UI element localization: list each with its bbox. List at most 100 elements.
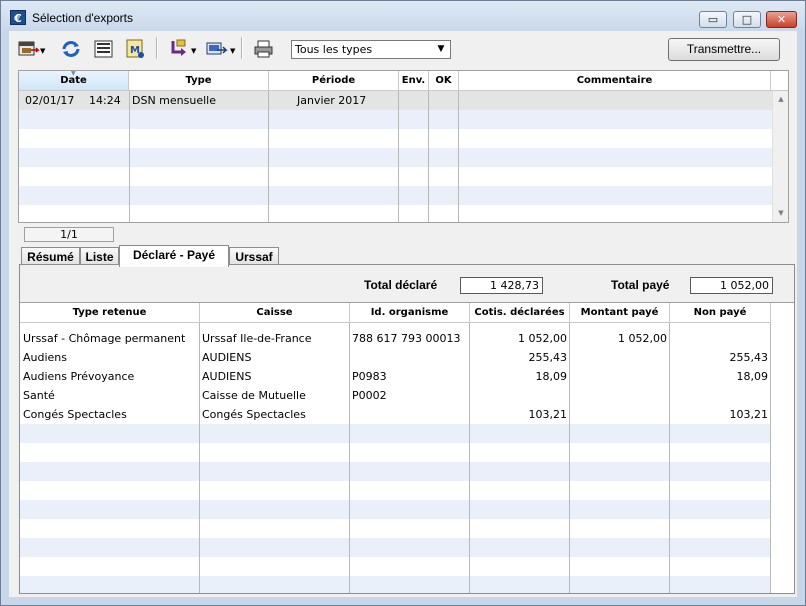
column-header-commentaire[interactable]: Commentaire <box>459 71 771 91</box>
close-button[interactable]: ✕ <box>766 11 797 28</box>
close-icon: ✕ <box>776 13 787 26</box>
chevron-down-icon[interactable]: ▼ <box>434 42 448 57</box>
empty-row <box>19 148 773 167</box>
total-paid-field[interactable]: 1 052,00 <box>690 277 773 294</box>
table-row[interactable]: Urssaf - Chômage permanent Urssaf Ile-de… <box>20 329 771 348</box>
scroll-down-icon[interactable]: ▼ <box>773 205 788 222</box>
cell-caisse: AUDIENS <box>202 370 252 383</box>
type-filter-select[interactable]: Tous les types ▼ <box>291 40 451 59</box>
column-header-montant-paye[interactable]: Montant payé <box>570 303 670 323</box>
empty-row <box>19 167 773 186</box>
column-header-type-retenue[interactable]: Type retenue <box>20 303 200 323</box>
cell-caisse: Urssaf Ile-de-France <box>202 332 312 345</box>
empty-row <box>20 462 771 481</box>
toolbar-separator <box>156 37 158 59</box>
cell-cotis-declarees: 103,21 <box>528 408 568 421</box>
total-declared-field[interactable]: 1 428,73 <box>460 277 543 294</box>
column-divider <box>569 323 570 593</box>
column-divider <box>398 91 399 222</box>
list-view-icon[interactable] <box>92 38 116 60</box>
export-dropdown-icon[interactable]: ▼ <box>230 48 237 55</box>
column-header-cotis-declarees[interactable]: Cotis. déclarées <box>470 303 570 323</box>
column-divider <box>199 323 200 593</box>
cell-non-paye <box>670 386 768 405</box>
cell-cotis-declarees: 18,09 <box>535 370 568 383</box>
cell-montant-paye <box>570 348 667 367</box>
cell-cotis-declarees <box>470 386 567 405</box>
print-icon[interactable] <box>252 38 276 60</box>
cell-type-retenue: Urssaf - Chômage permanent <box>23 332 186 345</box>
transmit-button[interactable]: Transmettre... <box>668 38 780 61</box>
column-header-type[interactable]: Type <box>129 71 269 91</box>
empty-row <box>19 129 773 148</box>
open-export-dropdown-icon[interactable]: ▼ <box>40 48 47 55</box>
exports-scrollbar[interactable]: ▲ ▼ <box>772 91 788 222</box>
detail-table: Type retenue Caisse Id. organisme Cotis.… <box>20 302 794 593</box>
row-time: 14:24 <box>89 94 121 107</box>
maximize-button[interactable]: □ <box>733 11 761 28</box>
cell-cotis-declarees: 255,43 <box>528 351 568 364</box>
column-header-id-organisme[interactable]: Id. organisme <box>350 303 470 323</box>
empty-row <box>20 443 771 462</box>
column-header-periode[interactable]: Période <box>269 71 399 91</box>
minimize-button[interactable]: ▭ <box>699 11 727 28</box>
declare-paye-panel: Total déclaré 1 428,73 Total payé 1 052,… <box>19 264 795 594</box>
column-header-env[interactable]: Env. <box>399 71 429 91</box>
column-divider <box>129 91 130 222</box>
column-header-caisse[interactable]: Caisse <box>200 303 350 323</box>
column-header-non-paye[interactable]: Non payé <box>670 303 771 323</box>
cell-non-paye <box>670 329 768 348</box>
table-row[interactable]: Audiens AUDIENS 255,43 255,43 <box>20 348 771 367</box>
cell-montant-paye <box>570 367 667 386</box>
toolbar-separator <box>241 37 243 59</box>
row-date: 02/01/17 <box>25 94 75 107</box>
empty-row <box>19 186 773 205</box>
cell-type-retenue: Congés Spectacles <box>23 408 127 421</box>
type-filter-value: Tous les types <box>295 43 373 56</box>
tab-declare-paye[interactable]: Déclaré - Payé <box>119 245 229 267</box>
row-periode: Janvier 2017 <box>297 94 367 107</box>
column-divider <box>770 323 771 593</box>
title-bar[interactable]: € Sélection d'exports ▭ □ ✕ <box>1 1 805 31</box>
column-divider <box>268 91 269 222</box>
column-divider <box>669 323 670 593</box>
empty-row <box>20 500 771 519</box>
page-indicator: 1/1 <box>24 227 114 242</box>
empty-row <box>20 481 771 500</box>
cell-id-organisme: 788 617 793 00013 <box>352 332 461 345</box>
certificate-icon[interactable]: M <box>124 38 148 60</box>
cell-caisse: Caisse de Mutuelle <box>202 389 306 402</box>
table-row[interactable]: Congés Spectacles Congés Spectacles 103,… <box>20 405 771 424</box>
cell-caisse: Congés Spectacles <box>202 408 306 421</box>
import-icon[interactable] <box>167 38 191 60</box>
sort-indicator-icon: ▼ <box>71 70 76 77</box>
cell-id-organisme: P0983 <box>352 370 387 383</box>
scroll-up-icon[interactable]: ▲ <box>773 91 788 108</box>
client-area: ▼ M ▼ ▼ Tous les types ▼ Transmettre... … <box>9 31 797 597</box>
total-declared-label: Total déclaré <box>364 278 438 292</box>
row-type: DSN mensuelle <box>132 94 216 107</box>
open-export-icon[interactable] <box>17 38 41 60</box>
empty-row <box>20 519 771 538</box>
import-dropdown-icon[interactable]: ▼ <box>191 48 198 55</box>
window-title: Sélection d'exports <box>32 11 134 25</box>
cell-non-paye: 103,21 <box>729 408 769 421</box>
cell-montant-paye: 1 052,00 <box>618 332 667 345</box>
column-header-ok[interactable]: OK <box>429 71 459 91</box>
table-row[interactable]: Santé Caisse de Mutuelle P0002 <box>20 386 771 405</box>
empty-row <box>20 576 771 593</box>
total-paid-label: Total payé <box>611 278 670 292</box>
cell-montant-paye <box>570 386 667 405</box>
table-row[interactable]: 02/01/17 14:24 DSN mensuelle Janvier 201… <box>19 91 773 110</box>
column-header-filler <box>771 71 788 91</box>
export-icon[interactable] <box>205 38 229 60</box>
column-divider <box>469 323 470 593</box>
column-divider <box>458 91 459 222</box>
cell-type-retenue: Audiens <box>23 351 68 364</box>
cell-id-organisme: P0002 <box>352 389 387 402</box>
table-row[interactable]: Audiens Prévoyance AUDIENS P0983 18,09 1… <box>20 367 771 386</box>
column-divider <box>428 91 429 222</box>
cell-non-paye: 18,09 <box>736 370 769 383</box>
empty-row <box>20 538 771 557</box>
refresh-icon[interactable] <box>59 38 83 60</box>
